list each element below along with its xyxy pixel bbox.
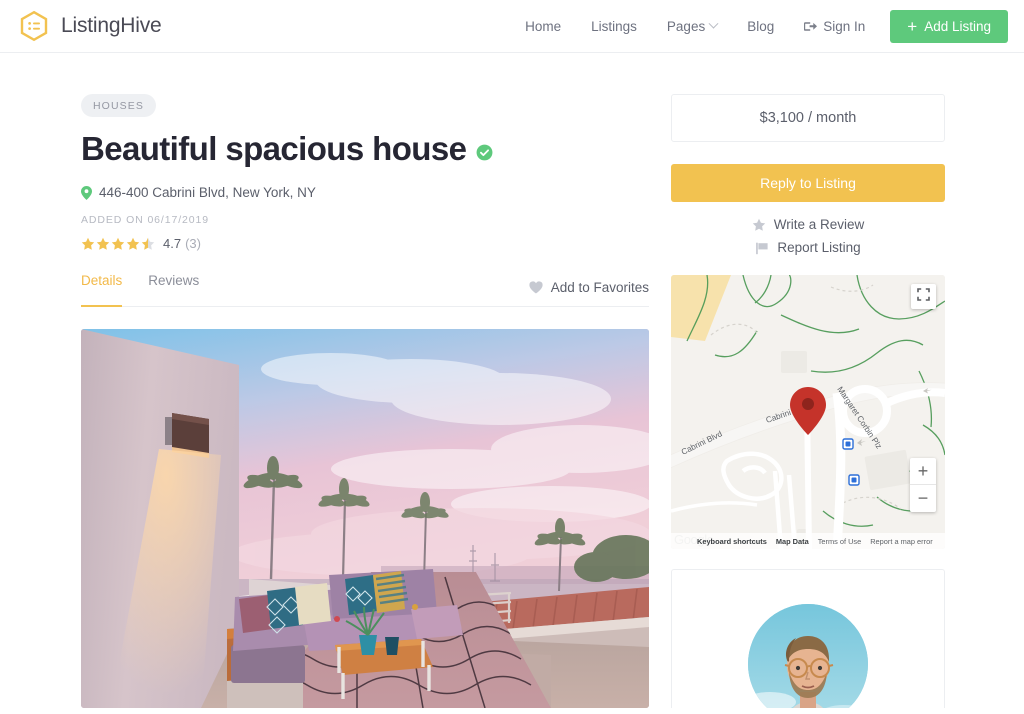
report-listing-button[interactable]: Report Listing — [755, 240, 861, 255]
star-icon — [111, 237, 125, 250]
nav-item-blog[interactable]: Blog — [732, 19, 789, 34]
listing-tabs: Details Reviews — [81, 273, 225, 308]
star-half-icon — [141, 237, 155, 250]
nav-label: Pages — [666, 19, 706, 34]
listing-title-row: Beautiful spacious house — [81, 130, 649, 167]
price-value: $3,100 / month — [759, 110, 857, 126]
listing-address: 446-400 Cabrini Blvd, New York, NY — [81, 185, 649, 200]
nav-label: Home — [525, 19, 562, 34]
nav-item-sign-in[interactable]: Sign In — [789, 19, 880, 34]
nav-label: Blog — [747, 19, 775, 34]
tab-details[interactable]: Details — [81, 273, 132, 308]
page-title: Beautiful spacious house — [81, 130, 467, 167]
add-listing-button[interactable]: + Add Listing — [890, 10, 1008, 43]
star-icon — [96, 237, 110, 250]
listing-tabs-bar: Details Reviews Add to Favorites — [81, 273, 649, 308]
added-on-date: ADDED ON 06/17/2019 — [81, 214, 209, 227]
favorites-label: Add to Favorites — [550, 280, 649, 296]
map-report-error-link[interactable]: Report a map error — [870, 537, 932, 546]
map-zoom-in-button[interactable]: + — [910, 458, 936, 485]
nav-item-listings[interactable]: Listings — [576, 19, 652, 34]
listing-main-column: HOUSES Beautiful spacious house 446-400 … — [81, 94, 649, 709]
nav-item-home[interactable]: Home — [510, 19, 576, 34]
rating-value: 4.7 — [163, 236, 182, 252]
address-text: 446-400 Cabrini Blvd, New York, NY — [99, 185, 316, 201]
rating-count: (3) — [185, 236, 201, 252]
map-canvas: Cabrini Blvd Cabrini Blvd Margaret Corbi… — [671, 275, 945, 549]
sidebar-actions: Write a Review Report Listing — [671, 217, 945, 255]
fullscreen-icon — [917, 287, 930, 306]
star-icon — [126, 237, 140, 250]
verified-check-icon — [476, 138, 493, 161]
heart-icon — [529, 281, 543, 294]
nav-label: Sign In — [823, 19, 866, 34]
location-map[interactable]: Cabrini Blvd Cabrini Blvd Margaret Corbi… — [671, 275, 945, 549]
write-a-review-button[interactable]: Write a Review — [752, 217, 865, 232]
listing-photo[interactable] — [81, 329, 649, 709]
nav-label: Listings — [591, 19, 637, 34]
brand-name: ListingHive — [61, 14, 162, 37]
action-label: Write a Review — [773, 217, 865, 232]
chevron-down-icon — [708, 18, 719, 29]
map-keyboard-shortcuts[interactable]: Keyboard shortcuts — [697, 537, 767, 546]
star-rating — [81, 237, 155, 251]
avatar[interactable] — [748, 604, 868, 708]
rating-row: 4.7 (3) — [81, 236, 649, 251]
tab-reviews[interactable]: Reviews — [148, 273, 209, 306]
map-fullscreen-button[interactable] — [911, 284, 936, 309]
map-attribution: Keyboard shortcuts Map Data Terms of Use… — [671, 533, 945, 549]
star-icon — [81, 237, 95, 250]
author-card — [671, 569, 945, 708]
category-badge[interactable]: HOUSES — [81, 94, 156, 117]
add-to-favorites-button[interactable]: Add to Favorites — [529, 280, 649, 306]
map-data-link[interactable]: Map Data — [776, 537, 809, 546]
plus-icon: + — [907, 17, 918, 36]
flag-icon — [755, 241, 769, 255]
map-pin-icon — [81, 185, 92, 200]
rooftop-terrace-photo — [81, 329, 649, 709]
action-label: Report Listing — [777, 240, 861, 255]
add-listing-label: Add Listing — [924, 19, 991, 34]
sign-in-icon — [804, 20, 818, 33]
map-zoom-controls: + − — [910, 458, 936, 512]
page-body: HOUSES Beautiful spacious house 446-400 … — [0, 53, 1024, 709]
nav-item-pages[interactable]: Pages — [652, 18, 732, 34]
hexagon-list-icon — [18, 10, 50, 42]
listing-sidebar: $3,100 / month Reply to Listing Write a … — [671, 94, 945, 708]
site-header: ListingHive Home Listings Pages Blog Sig… — [0, 0, 1024, 53]
reply-to-listing-button[interactable]: Reply to Listing — [671, 164, 945, 202]
star-icon — [752, 218, 766, 232]
map-zoom-out-button[interactable]: − — [910, 485, 936, 512]
map-terms-link[interactable]: Terms of Use — [818, 537, 862, 546]
main-navigation: Home Listings Pages Blog Sign In + Add L… — [510, 0, 1008, 53]
author-avatar — [748, 604, 868, 708]
brand-logo[interactable]: ListingHive — [18, 10, 162, 42]
price-box: $3,100 / month — [671, 94, 945, 142]
